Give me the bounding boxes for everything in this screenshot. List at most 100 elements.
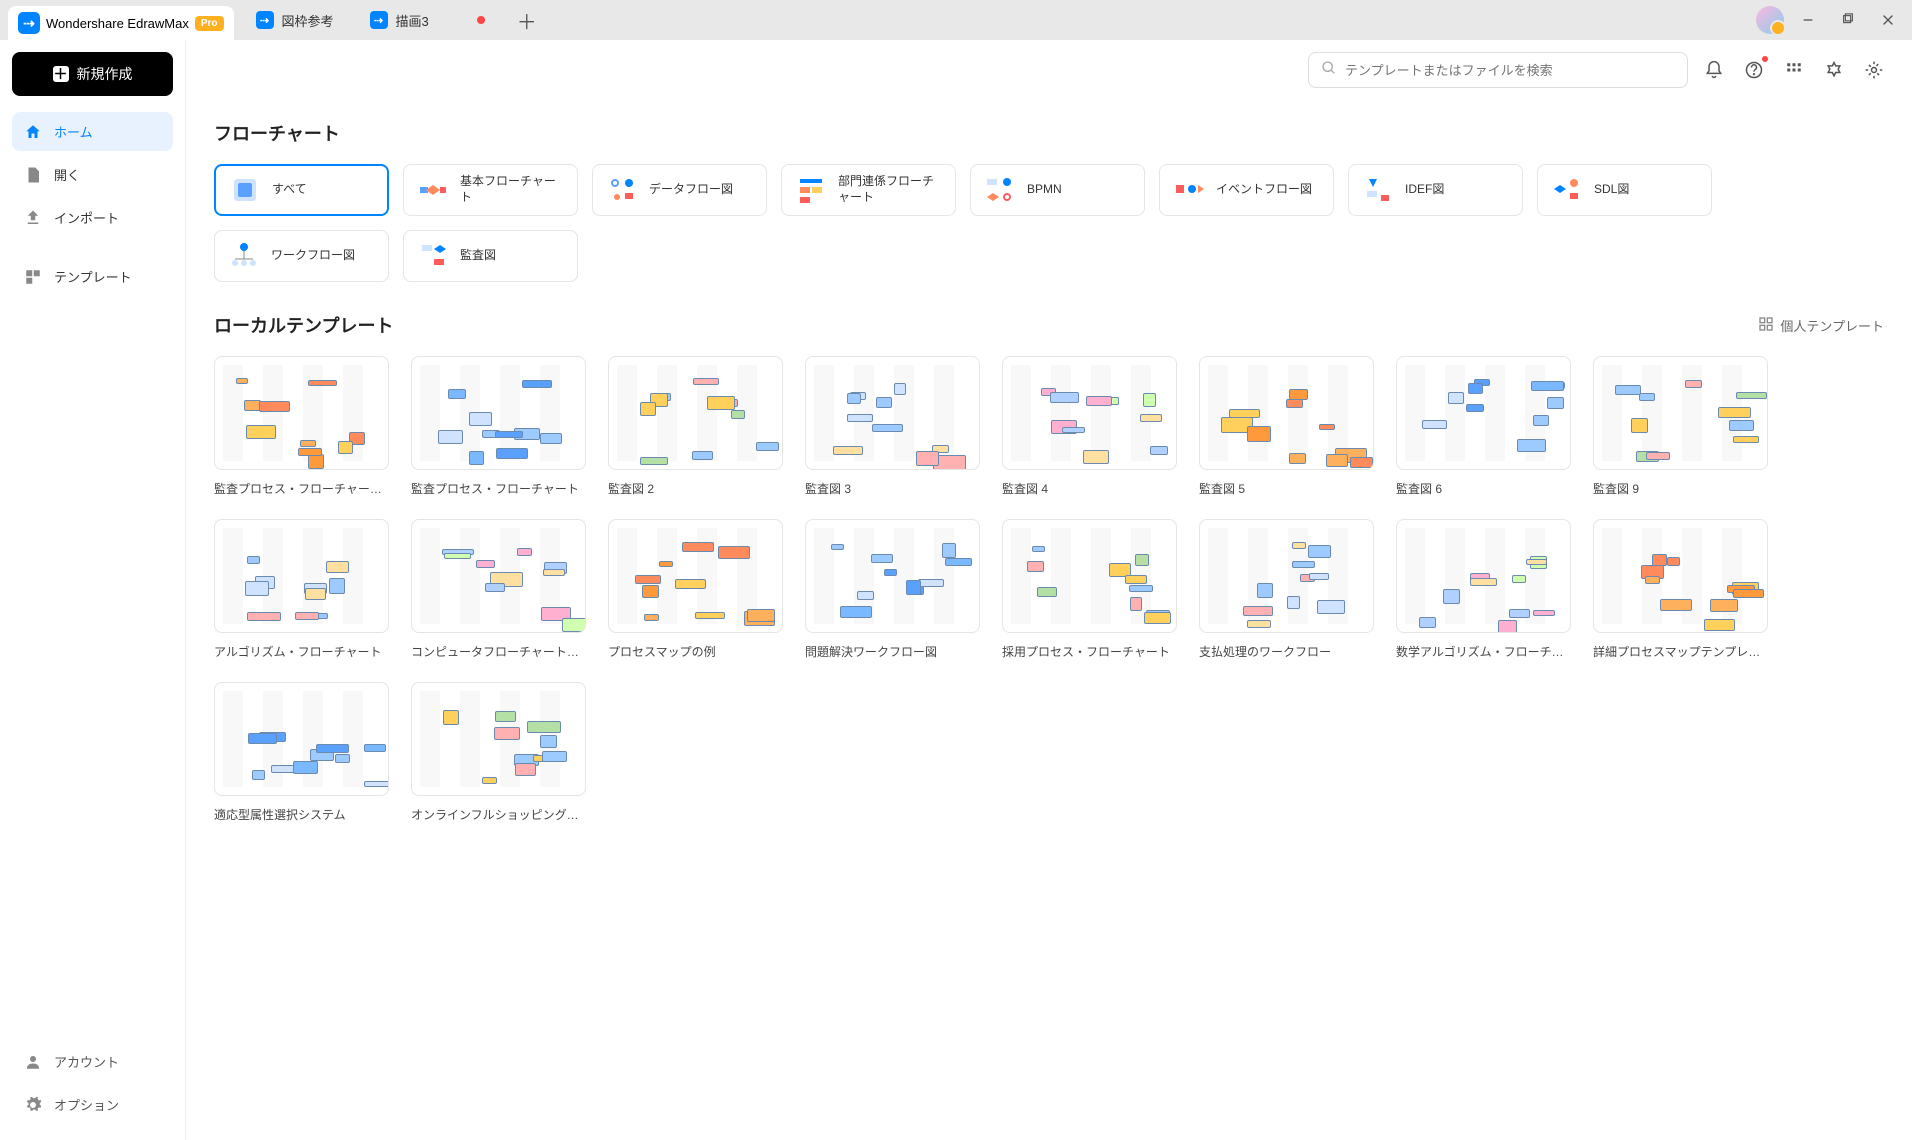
sidebar-item-import[interactable]: インポート — [12, 198, 173, 237]
template-card[interactable]: 監査図 3 — [805, 356, 980, 497]
template-thumbnail — [1002, 519, 1177, 633]
plus-icon: ＋ — [53, 66, 69, 82]
template-label: 監査図 3 — [805, 480, 980, 497]
template-card[interactable]: 監査図 2 — [608, 356, 783, 497]
apps-button[interactable] — [1780, 56, 1808, 84]
file-icon — [24, 166, 42, 184]
category-label: ワークフロー図 — [271, 248, 355, 264]
template-card[interactable]: 監査図 5 — [1199, 356, 1374, 497]
sidebar-item-open[interactable]: 開く — [12, 155, 173, 194]
account-icon — [24, 1053, 42, 1071]
tab-label: 図枠参考 — [282, 11, 334, 30]
category-label: 部門連係フローチャート — [838, 174, 941, 205]
new-tab-button[interactable]: ＋ — [507, 6, 547, 35]
category-card[interactable]: すべて — [214, 164, 389, 216]
badge-dot-icon — [1762, 56, 1768, 62]
template-thumbnail — [1002, 356, 1177, 470]
nav-label: オプション — [54, 1095, 119, 1114]
app-name: Wondershare EdrawMax — [46, 16, 189, 31]
app-logo-icon: ⇢ — [18, 12, 40, 34]
personal-templates-link[interactable]: 個人テンプレート — [1758, 316, 1884, 335]
template-thumbnail — [411, 356, 586, 470]
new-create-button[interactable]: ＋ 新規作成 — [12, 52, 173, 96]
template-thumbnail — [1199, 356, 1374, 470]
template-icon — [24, 268, 42, 286]
template-label: オンラインフルショッピングプロセス — [411, 806, 586, 823]
toolbar — [186, 40, 1912, 100]
category-card[interactable]: 部門連係フローチャート — [781, 164, 956, 216]
sidebar-item-templates[interactable]: テンプレート — [12, 257, 173, 296]
template-label: 詳細プロセスマップテンプレート — [1593, 643, 1768, 660]
category-card[interactable]: データフロー図 — [592, 164, 767, 216]
template-card[interactable]: 支払処理のワークフロー — [1199, 519, 1374, 660]
category-card[interactable]: イベントフロー図 — [1159, 164, 1334, 216]
template-card[interactable]: アルゴリズム・フローチャート — [214, 519, 389, 660]
sidebar-item-account[interactable]: アカウント — [12, 1042, 173, 1081]
user-avatar[interactable] — [1756, 6, 1784, 34]
category-label: 基本フローチャート — [460, 174, 563, 205]
template-thumbnail — [1593, 356, 1768, 470]
tab-label: 描画3 — [396, 11, 429, 30]
template-thumbnail — [411, 682, 586, 796]
window-maximize-button[interactable] — [1832, 6, 1864, 34]
template-thumbnail — [1396, 519, 1571, 633]
category-card[interactable]: 監査図 — [403, 230, 578, 282]
settings-button[interactable] — [1860, 56, 1888, 84]
template-label: 適応型属性選択システム — [214, 806, 389, 823]
sidebar-item-home[interactable]: ホーム — [12, 112, 173, 151]
template-card[interactable]: 採用プロセス・フローチャート — [1002, 519, 1177, 660]
gear-icon — [24, 1096, 42, 1114]
category-label: BPMN — [1027, 182, 1062, 198]
notification-button[interactable] — [1700, 56, 1728, 84]
category-card[interactable]: SDL図 — [1537, 164, 1712, 216]
category-label: イベントフロー図 — [1216, 182, 1312, 198]
template-card[interactable]: 適応型属性選択システム — [214, 682, 389, 823]
category-icon — [229, 241, 259, 271]
category-card[interactable]: ワークフロー図 — [214, 230, 389, 282]
template-thumbnail — [805, 356, 980, 470]
template-label: 問題解決ワークフロー図 — [805, 643, 980, 660]
category-icon — [1552, 175, 1582, 205]
template-card[interactable]: コンピュータフローチャートテンプレート — [411, 519, 586, 660]
category-icon — [1174, 175, 1204, 205]
home-icon — [24, 123, 42, 141]
template-label: 監査図 4 — [1002, 480, 1177, 497]
sidebar-item-options[interactable]: オプション — [12, 1085, 173, 1124]
nav-label: アカウント — [54, 1052, 119, 1071]
template-card[interactable]: 監査プロセス・フローチャート 2 — [214, 356, 389, 497]
titlebar: ⇢ Wondershare EdrawMax Pro ⇢ 図枠参考 ⇢ 描画3 … — [0, 0, 1912, 40]
template-label: 監査図 5 — [1199, 480, 1374, 497]
template-card[interactable]: 数学アルゴリズム・フローチャート — [1396, 519, 1571, 660]
category-card[interactable]: 基本フローチャート — [403, 164, 578, 216]
category-card[interactable]: IDEF図 — [1348, 164, 1523, 216]
template-card[interactable]: 監査プロセス・フローチャート — [411, 356, 586, 497]
category-icon — [607, 175, 637, 205]
template-thumbnail — [1593, 519, 1768, 633]
category-label: すべて — [272, 182, 307, 198]
template-label: 採用プロセス・フローチャート — [1002, 643, 1177, 660]
window-minimize-button[interactable] — [1792, 6, 1824, 34]
category-icon — [230, 175, 260, 205]
window-close-button[interactable] — [1872, 6, 1904, 34]
doc-icon: ⇢ — [256, 11, 274, 29]
template-card[interactable]: 詳細プロセスマップテンプレート — [1593, 519, 1768, 660]
template-label: アルゴリズム・フローチャート — [214, 643, 389, 660]
nav-label: テンプレート — [54, 267, 132, 286]
template-thumbnail — [411, 519, 586, 633]
search-input[interactable] — [1345, 63, 1675, 78]
category-label: 監査図 — [460, 248, 496, 264]
template-card[interactable]: 問題解決ワークフロー図 — [805, 519, 980, 660]
document-tab-1[interactable]: ⇢ 図枠参考 — [242, 5, 348, 36]
document-tab-2[interactable]: ⇢ 描画3 — [356, 5, 499, 36]
template-label: 監査プロセス・フローチャート — [411, 480, 586, 497]
category-card[interactable]: BPMN — [970, 164, 1145, 216]
template-card[interactable]: オンラインフルショッピングプロセス — [411, 682, 586, 823]
category-grid: すべて 基本フローチャートデータフロー図 部門連係フローチャート BPMN イベントフロ… — [214, 164, 1884, 282]
template-card[interactable]: 監査図 9 — [1593, 356, 1768, 497]
template-card[interactable]: 監査図 6 — [1396, 356, 1571, 497]
template-card[interactable]: 監査図 4 — [1002, 356, 1177, 497]
theme-button[interactable] — [1820, 56, 1848, 84]
search-box[interactable] — [1308, 52, 1688, 88]
template-card[interactable]: プロセスマップの例 — [608, 519, 783, 660]
help-button[interactable] — [1740, 56, 1768, 84]
